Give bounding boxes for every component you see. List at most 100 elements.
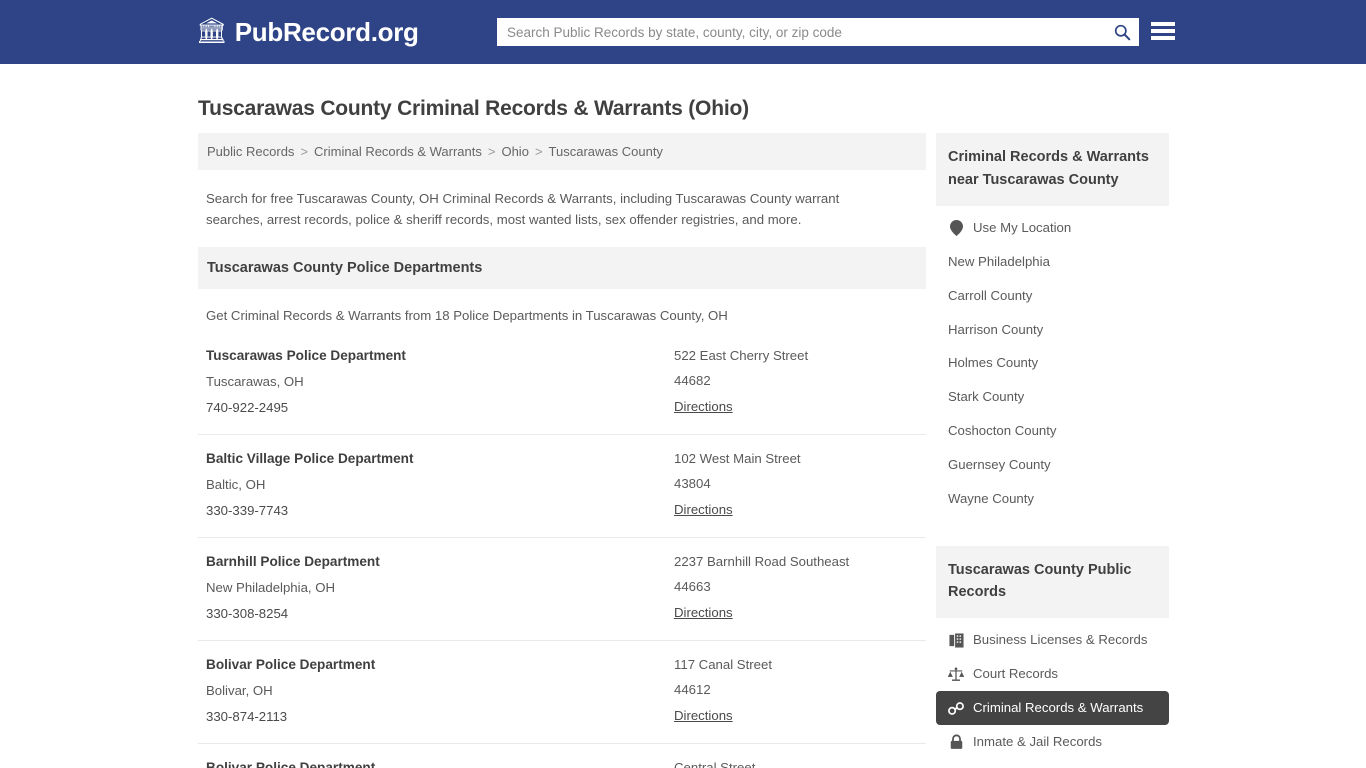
police-department-row: Bolivar Police Department Bolivar, OH 330-… <box>198 639 926 743</box>
police-department-info: Tuscarawas Police Department Tuscarawas, … <box>206 343 674 421</box>
police-department-address-block: Central Street44612Directions <box>674 755 918 768</box>
police-department-zip: 43804 <box>674 476 711 492</box>
public-records-heading: Tuscarawas County Public Records <box>936 545 1169 619</box>
police-department-city-state: New Philadelphia, OH <box>206 580 336 596</box>
police-department-info: Baltic Village Police Department Baltic, … <box>206 446 674 524</box>
police-department-phone: 330-308-8254 <box>206 605 289 621</box>
main-content: Public Records > Criminal Records & Warr… <box>198 133 926 768</box>
police-department-city-state: Tuscarawas, OH <box>206 374 304 390</box>
public-record-item-criminal-records-warrants[interactable]: Criminal Records & Warrants <box>936 691 1169 726</box>
nearby-item-label: Wayne County <box>948 490 1035 506</box>
search-input[interactable] <box>497 18 1105 46</box>
public-record-item-label: Court Records <box>973 666 1059 682</box>
nearby-item-label: Harrison County <box>948 321 1044 337</box>
nearby-item-wayne-county[interactable]: Wayne County <box>936 482 1169 516</box>
breadcrumb-separator: > <box>487 144 496 159</box>
police-department-address: 2237 Barnhill Road Southeast <box>674 553 850 569</box>
intro-description: Search for free Tuscarawas County, OH Cr… <box>206 191 840 228</box>
nearby-item-label: Holmes County <box>948 355 1039 371</box>
hamburger-menu-button[interactable] <box>1151 20 1175 42</box>
page-title: Tuscarawas County Criminal Records & War… <box>198 97 749 120</box>
police-department-zip: 44663 <box>674 579 711 595</box>
directions-link[interactable]: Directions <box>674 497 733 523</box>
breadcrumb-separator: > <box>300 144 309 159</box>
police-department-phone: 330-339-7743 <box>206 502 289 518</box>
nearby-item-label: Guernsey County <box>948 456 1051 472</box>
police-department-phone: 330-874-2113 <box>206 708 288 724</box>
police-department-list: Tuscarawas Police Department Tuscarawas, … <box>198 343 926 768</box>
public-record-item-label: Criminal Records & Warrants <box>973 700 1144 716</box>
breadcrumb: Public Records > Criminal Records & Warr… <box>198 133 926 170</box>
nearby-item-use-my-location[interactable]: Use My Location <box>936 211 1169 245</box>
hamburger-icon-bar <box>1151 22 1175 26</box>
police-department-city-state: Bolivar, OH <box>206 683 273 699</box>
police-department-address: 117 Canal Street <box>674 656 772 672</box>
nearby-item-guernsey-county[interactable]: Guernsey County <box>936 448 1169 482</box>
breadcrumb-item-criminal-records[interactable]: Criminal Records & Warrants <box>314 144 482 159</box>
police-department-address: 522 East Cherry Street <box>674 347 809 363</box>
breadcrumb-item-ohio[interactable]: Ohio <box>501 144 528 159</box>
public-record-item-label: Business Licenses & Records <box>973 632 1148 648</box>
directions-link[interactable]: Directions <box>674 394 733 420</box>
police-department-name: Tuscarawas Police Department <box>206 347 406 363</box>
police-department-address-block: 2237 Barnhill Road Southeast 44663 Directi… <box>674 549 918 627</box>
police-department-phone: 740-922-2495 <box>206 399 289 415</box>
nearby-item-label: Carroll County <box>948 287 1033 303</box>
police-departments-heading: Tuscarawas County Police Departments <box>198 246 926 289</box>
sidebar: Criminal Records & Warrants near Tuscara… <box>936 133 1169 767</box>
handcuffs-icon <box>948 700 964 716</box>
public-record-item-label: Inmate & Jail Records <box>973 734 1102 750</box>
police-department-address: 102 West Main Street <box>674 450 801 466</box>
public-record-item-business-licenses-records[interactable]: Business Licenses & Records <box>936 623 1169 657</box>
police-department-zip: 44682 <box>674 373 711 389</box>
public-record-item-court-records[interactable]: Court Records <box>936 657 1169 691</box>
nearby-item-carroll-county[interactable]: Carroll County <box>936 279 1169 313</box>
hamburger-icon-bar <box>1151 36 1175 40</box>
police-department-row: Barnhill Police Department New Philadelph… <box>198 536 926 640</box>
nearby-records-heading: Criminal Records & Warrants near Tuscara… <box>936 133 1169 206</box>
public-record-item-inmate-jail-records[interactable]: Inmate & Jail Records <box>936 725 1169 759</box>
bank-icon: 🏛 <box>196 16 228 45</box>
police-department-row: Bolivar Police DepartmentBolivar, OH330-… <box>198 742 926 768</box>
search-icon <box>1114 24 1131 41</box>
police-department-city-state: Baltic, OH <box>206 477 266 493</box>
site-logo-text: PubRecord.org <box>234 16 419 47</box>
police-department-address: Central Street <box>674 759 756 768</box>
police-department-name: Bolivar Police Department <box>206 759 376 768</box>
page-body: Tuscarawas County Criminal Records & War… <box>0 64 1366 768</box>
police-department-address-block: 117 Canal Street 44612 Directions <box>674 652 918 730</box>
nearby-item-label: Stark County <box>948 389 1025 405</box>
police-department-name: Barnhill Police Department <box>206 553 380 569</box>
nearby-item-holmes-county[interactable]: Holmes County <box>936 346 1169 380</box>
nearby-records-list: Use My Location New Philadelphia Carroll C… <box>936 206 1169 524</box>
search-bar <box>497 18 1139 46</box>
police-department-name: Bolivar Police Department <box>206 656 376 672</box>
police-department-info: Barnhill Police Department New Philadelph… <box>206 549 674 627</box>
top-navigation-bar: 🏛 PubRecord.org <box>0 0 1366 64</box>
police-department-address-block: 522 East Cherry Street 44682 Directions <box>674 343 918 421</box>
hamburger-icon-bar <box>1151 29 1175 33</box>
breadcrumb-item-current: Tuscarawas County <box>548 144 663 159</box>
police-department-address-block: 102 West Main Street 43804 Directions <box>674 446 918 524</box>
public-records-list: Business Licenses & Records Court Records… <box>936 618 1169 767</box>
breadcrumb-separator: > <box>534 144 543 159</box>
scales-icon <box>948 666 964 682</box>
police-department-row: Baltic Village Police Department Baltic, … <box>198 433 926 537</box>
search-button[interactable] <box>1105 18 1139 46</box>
nearby-item-harrison-county[interactable]: Harrison County <box>936 313 1169 347</box>
breadcrumb-item-public-records[interactable]: Public Records <box>207 144 294 159</box>
police-departments-subheading: Get Criminal Records & Warrants from 18 … <box>206 307 728 323</box>
police-department-zip: 44612 <box>674 682 711 698</box>
site-logo-link[interactable]: 🏛 PubRecord.org <box>196 17 419 48</box>
directions-link[interactable]: Directions <box>674 703 733 729</box>
nearby-item-coshocton-county[interactable]: Coshocton County <box>936 414 1169 448</box>
nearby-item-new-philadelphia[interactable]: New Philadelphia <box>936 245 1169 279</box>
nearby-item-label: New Philadelphia <box>948 253 1050 269</box>
police-department-row: Tuscarawas Police Department Tuscarawas, … <box>198 343 926 434</box>
nearby-item-label: Coshocton County <box>948 423 1057 439</box>
nearby-item-stark-county[interactable]: Stark County <box>936 380 1169 414</box>
police-department-info: Bolivar Police Department Bolivar, OH 330-… <box>206 652 674 730</box>
content-columns: Public Records > Criminal Records & Warr… <box>198 133 1366 768</box>
directions-link[interactable]: Directions <box>674 600 733 626</box>
